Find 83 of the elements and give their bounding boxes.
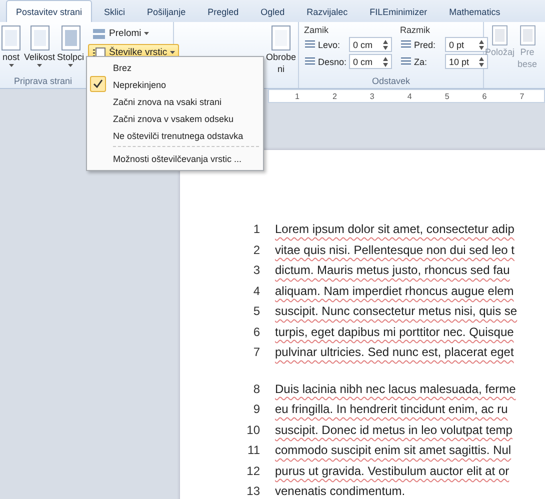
spin-field[interactable]: 0 cm — [349, 54, 392, 69]
spin-field[interactable]: 0 cm — [349, 37, 392, 52]
caret-icon — [37, 64, 42, 67]
menu-item[interactable]: Začni znova na vsaki strani — [87, 93, 263, 110]
line-number: 5 — [252, 304, 260, 318]
ribbon-tab[interactable]: FILEminimizer — [360, 1, 438, 22]
caret-icon — [68, 64, 74, 67]
text-line: vitae quis nisi. Pellentesque non dui sed leo t — [275, 242, 514, 257]
field-label: Levo: — [318, 40, 342, 50]
caret-icon — [8, 64, 14, 67]
page-icon — [0, 25, 22, 51]
text-line: commodo suscipit enim sit amet sagittis. Nul — [275, 443, 512, 458]
text-line: dictum. Mauris metus justo, rhoncus sed fau — [275, 263, 510, 278]
line-number: 6 — [252, 324, 260, 339]
line-number: 11 — [246, 443, 260, 458]
text-line: aliquam. Nam imperdiet rhoncus augue elem — [275, 284, 514, 298]
caret-icon — [144, 32, 150, 35]
page-icon — [28, 25, 51, 51]
line-number: 13 — [246, 484, 260, 498]
text-line: pulvinar ultricies. Sed nunc est, placerat eget — [275, 345, 514, 360]
ribbon-button[interactable]: Stolpci — [57, 25, 84, 74]
ruler-number: 5 — [444, 92, 450, 100]
ribbon-tab[interactable]: Razvijalec — [296, 1, 358, 22]
ruler-number: 3 — [370, 92, 374, 100]
section-title: Zamik — [304, 25, 330, 35]
spin-arrows-icon — [479, 40, 484, 50]
text-line: turpis, eget dapibus mi porttitor nec. Quisque — [275, 324, 514, 339]
line-number: 7 — [252, 345, 260, 360]
spacing-icon — [304, 56, 316, 67]
menu-item[interactable]: Možnosti oštevilčevanja vrstic ... — [87, 150, 263, 167]
menu-item[interactable]: Brez — [87, 59, 263, 76]
page-icon — [518, 25, 536, 46]
ruler-number: 6 — [482, 92, 487, 100]
page-icon — [270, 25, 292, 51]
ribbon-tab[interactable]: Mathematics — [439, 1, 510, 22]
spacing-icon — [400, 39, 412, 50]
ruler-number: 4 — [407, 92, 412, 100]
breaks-icon — [92, 28, 106, 40]
line-number: 3 — [252, 263, 260, 278]
line-number: 12 — [246, 464, 260, 478]
ruler-number: 2 — [332, 92, 337, 100]
section-title: Razmik — [400, 25, 432, 35]
ribbon-tab[interactable]: Sklici — [94, 1, 136, 22]
page-icon — [60, 25, 82, 51]
ribbon-tab[interactable]: Pošiljanje — [137, 1, 196, 22]
group-label: Priprava strani — [14, 76, 72, 86]
line-number: 4 — [252, 284, 260, 298]
spin-arrows-icon — [479, 56, 484, 66]
spacing-icon — [304, 39, 316, 50]
field-label: Za: — [414, 56, 428, 66]
ribbon-tab[interactable]: Ogled — [250, 1, 295, 22]
text-line: Duis lacinia nibh nec lacus malesuada, ferme — [275, 382, 516, 396]
breaks-button[interactable]: Prelomi — [88, 25, 180, 42]
line-number: 10 — [246, 422, 260, 437]
text-line: purus ut gravida. Vestibulum auctor elit at or — [275, 464, 510, 478]
field-label: Desno: — [318, 56, 347, 66]
text-line: suscipit. Donec id metus in leo volutpat temp — [275, 422, 512, 437]
line-number: 2 — [252, 242, 260, 257]
spin-arrows-icon — [383, 40, 388, 50]
menu-item[interactable]: Ne oštevilči trenutnega odstavka — [87, 127, 263, 144]
field-label: Pred: — [414, 40, 437, 50]
text-line: eu fringilla. In hendrerit tincidunt enim, ac ru — [275, 402, 508, 416]
ribbon-button[interactable]: Velikost — [24, 25, 56, 74]
group-label: Odstavek — [372, 76, 410, 86]
ribbon-button[interactable]: nost — [0, 25, 22, 74]
text-line: venenatis condimentum. — [275, 484, 406, 498]
menu-item[interactable]: Začni znova v vsakem odseku — [87, 110, 263, 127]
ribbon-button[interactable]: Obrobe ni — [266, 25, 296, 75]
ribbon-tab[interactable]: Postavitev strani — [6, 0, 92, 22]
text-line: suscipit. Nunc consectetur metus nisi, quis se — [275, 304, 518, 318]
line-number: 9 — [252, 402, 260, 416]
line-number: 1 — [252, 222, 260, 236]
spin-arrows-icon — [383, 56, 388, 66]
page-icon — [490, 25, 509, 46]
spacing-icon — [400, 56, 412, 67]
ruler-number: 1 — [295, 92, 300, 100]
caret-icon — [170, 51, 176, 54]
ribbon-tab[interactable]: Pregled — [198, 1, 249, 22]
line-number: 8 — [252, 382, 260, 396]
spin-field[interactable]: 10 pt — [445, 54, 488, 69]
ruler-number: 7 — [520, 92, 524, 100]
menu-item[interactable]: Neprekinjeno — [87, 76, 263, 93]
text-line: Lorem ipsum dolor sit amet, consectetur adip — [275, 222, 514, 236]
